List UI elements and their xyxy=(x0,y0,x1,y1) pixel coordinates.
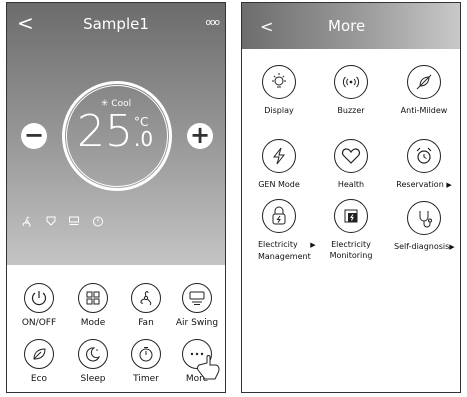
buzzer-icon xyxy=(334,65,368,99)
timer-icon xyxy=(131,339,161,369)
power-icon xyxy=(24,283,54,313)
air-swing-button[interactable]: Air Swing xyxy=(169,283,225,328)
electricity-management-text-1: Electricity xyxy=(258,240,298,249)
ac-status-panel: < Sample1 ooo ✳ Cool 25 °C .0 − + xyxy=(7,3,225,265)
hand-pointer-icon xyxy=(195,353,223,387)
alarm-clock-icon xyxy=(407,139,441,173)
health-button[interactable]: Health xyxy=(314,139,388,190)
mode-button[interactable]: Mode xyxy=(65,283,121,328)
reservation-label: Reservation ▶ xyxy=(387,179,460,191)
lightning-icon xyxy=(262,139,296,173)
timer-icon xyxy=(92,216,104,230)
bulb-icon xyxy=(262,65,296,99)
eco-label: Eco xyxy=(30,374,48,384)
anti-mildew-label: Anti-Mildew xyxy=(400,106,448,115)
anti-mildew-button[interactable]: Anti-Mildew xyxy=(387,65,460,116)
self-diagnosis-button[interactable]: Self-diagnosis▶ xyxy=(387,201,460,253)
stethoscope-icon xyxy=(407,201,441,235)
timer-button[interactable]: Timer xyxy=(118,339,174,384)
electricity-lock-icon xyxy=(262,199,296,233)
electricity-management-button[interactable]: Electricity ▶ Management xyxy=(242,199,316,262)
reservation-arrow-icon: ▶ xyxy=(446,181,452,189)
display-label: Display xyxy=(264,106,294,115)
sleep-icon xyxy=(78,339,108,369)
health-label: Health xyxy=(337,180,365,189)
electricity-monitoring-label: Electricity Monitoring xyxy=(314,239,388,261)
electricity-monitor-icon xyxy=(334,199,368,233)
self-diagnosis-text: Self-diagnosis xyxy=(394,242,450,251)
gen-mode-label: GEN Mode xyxy=(258,180,300,189)
heart-icon xyxy=(334,139,368,173)
page-title: More xyxy=(328,17,366,35)
device-title: Sample1 xyxy=(83,15,149,33)
gen-mode-button[interactable]: GEN Mode xyxy=(242,139,316,190)
electricity-monitoring-button[interactable]: Electricity Monitoring xyxy=(314,199,388,261)
back-button[interactable]: < xyxy=(260,17,273,36)
ac-control-screen: < Sample1 ooo ✳ Cool 25 °C .0 − + ON/OFF… xyxy=(6,2,226,393)
fan-label: Fan xyxy=(138,318,154,328)
electricity-management-label: Electricity ▶ Management xyxy=(242,239,316,262)
reservation-text: Reservation xyxy=(396,180,444,189)
temperature-value: 25 xyxy=(77,106,133,157)
swing-icon xyxy=(45,216,61,230)
eco-icon xyxy=(24,339,54,369)
eco-button[interactable]: Eco xyxy=(11,339,67,384)
mode-icon xyxy=(78,283,108,313)
electricity-management-text-2: Management xyxy=(258,252,311,261)
power-label: ON/OFF xyxy=(21,318,57,328)
more-features-screen: < More Display Buzzer Anti-Mildew GEN Mo… xyxy=(241,2,461,393)
timer-label: Timer xyxy=(133,374,159,384)
anti-mildew-icon xyxy=(407,65,441,99)
reservation-button[interactable]: Reservation ▶ xyxy=(387,139,460,191)
fan-icon xyxy=(21,216,37,230)
status-icons xyxy=(21,215,112,230)
fan-icon xyxy=(131,283,161,313)
more-header: < More xyxy=(242,3,460,49)
power-button[interactable]: ON/OFF xyxy=(11,283,67,328)
buzzer-label: Buzzer xyxy=(337,106,365,115)
self-diagnosis-label: Self-diagnosis▶ xyxy=(387,241,460,253)
sleep-label: Sleep xyxy=(80,374,106,384)
display-icon xyxy=(68,216,84,230)
electricity-monitoring-text-2: Monitoring xyxy=(329,251,373,260)
buzzer-button[interactable]: Buzzer xyxy=(314,65,388,116)
electricity-monitoring-text-1: Electricity xyxy=(331,240,371,249)
air-swing-icon xyxy=(182,283,212,313)
fan-button[interactable]: Fan xyxy=(118,283,174,328)
sleep-button[interactable]: Sleep xyxy=(65,339,121,384)
more-options-icon[interactable]: ooo xyxy=(205,18,219,28)
mode-label: Mode xyxy=(80,318,106,328)
increase-temp-button[interactable]: + xyxy=(187,123,213,149)
display-button[interactable]: Display xyxy=(242,65,316,116)
decrease-temp-button[interactable]: − xyxy=(21,123,47,149)
temperature-decimal: .0 xyxy=(134,127,154,151)
self-diagnosis-arrow-icon: ▶ xyxy=(449,243,455,251)
air-swing-label: Air Swing xyxy=(175,318,219,328)
